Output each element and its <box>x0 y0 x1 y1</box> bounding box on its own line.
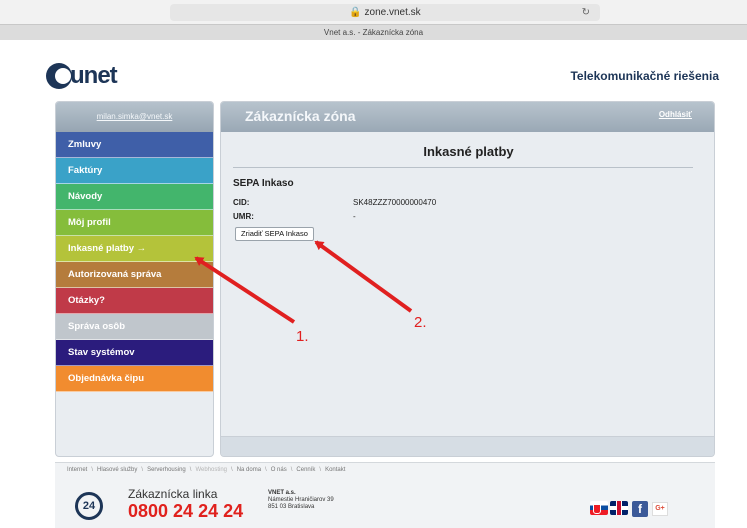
browser-toolbar: 🔒 zone.vnet.sk ↻ Vnet a.s. - Zákaznícka … <box>0 0 747 40</box>
section-title: SEPA Inkaso <box>233 178 294 189</box>
footer-link[interactable]: Na doma <box>237 467 261 473</box>
hotline-label: Zákaznícka linka <box>128 487 218 501</box>
facebook-icon[interactable]: f <box>632 501 648 517</box>
company-street: Námestie Hraničiarov 39 <box>268 497 334 503</box>
reload-icon[interactable]: ↻ <box>582 4 590 21</box>
sidebar-menu: Zmluvy Faktúry Návody Môj profil Inkasné pla… <box>56 132 213 392</box>
language-social-links: f G+ <box>590 501 668 517</box>
footer-link-separator: \ <box>91 467 94 473</box>
sidebar-item[interactable]: Autorizovaná správa <box>56 262 213 288</box>
sidebar: milan.simka@vnet.sk Zmluvy Faktúry Návody M… <box>55 101 214 457</box>
company-city: 851 03 Bratislava <box>268 504 315 510</box>
panel-footer <box>221 436 714 456</box>
sidebar-item[interactable]: Zmluvy <box>56 132 213 158</box>
sidebar-item[interactable]: Inkasné platby → <box>56 236 213 262</box>
site-footer: Internet \ Hlasové služby \ Serverhousing \ We… <box>55 462 715 528</box>
footer-link-separator: \ <box>290 467 293 473</box>
sidebar-item[interactable]: Správa osôb <box>56 314 213 340</box>
footer-link-separator: \ <box>141 467 144 473</box>
footer-link[interactable]: O nás <box>271 467 287 473</box>
page-title: Inkasné platby <box>423 144 514 159</box>
footer-link[interactable]: Cenník <box>296 467 315 473</box>
google-plus-icon[interactable]: G+ <box>652 502 668 516</box>
footer-link-separator: \ <box>189 467 192 473</box>
footer-link[interactable]: Kontakt <box>325 467 345 473</box>
company-name: VNET a.s. <box>268 490 296 496</box>
uk-flag-icon[interactable] <box>610 501 628 515</box>
cid-value: SK48ZZZ70000000470 <box>353 198 437 207</box>
footer-link[interactable]: Serverhousing <box>147 467 186 473</box>
footer-link-separator: \ <box>265 467 267 473</box>
sidebar-item[interactable]: Stav systémov <box>56 340 213 366</box>
create-sepa-button[interactable]: Zriadiť SEPA Inkaso <box>235 227 314 241</box>
divider <box>233 167 693 168</box>
sidebar-item[interactable]: Objednávka čipu <box>56 366 213 392</box>
footer-link-separator: \ <box>319 467 322 473</box>
lock-icon: 🔒 <box>349 7 362 18</box>
umr-label: UMR: <box>233 212 254 221</box>
footer-link[interactable]: Hlasové služby <box>97 467 137 473</box>
main-panel: Zákaznícka zóna Odhlásiť Inkasné platby … <box>220 101 715 457</box>
tab-title[interactable]: Vnet a.s. - Zákaznícka zóna <box>0 24 747 40</box>
tagline: Telekomunikačné riešenia <box>570 69 719 83</box>
callout-2: 2. <box>414 314 427 331</box>
logo-text: unet <box>70 62 118 89</box>
logo-mark-icon <box>46 63 72 89</box>
footer-link[interactable]: Webhosting <box>195 467 227 473</box>
address-url: zone.vnet.sk <box>364 7 421 18</box>
footer-link-separator: \ <box>231 467 233 473</box>
cid-label: CID: <box>233 198 250 207</box>
hotline-24-icon: 24 <box>75 492 103 520</box>
callout-1: 1. <box>296 328 309 345</box>
sidebar-item[interactable]: Faktúry <box>56 158 213 184</box>
vnet-logo[interactable]: unet <box>46 62 118 90</box>
sidebar-item[interactable]: Otázky? <box>56 288 213 314</box>
logout-link[interactable]: Odhlásiť <box>659 110 692 119</box>
company-address: VNET a.s. Námestie Hraničiarov 39 851 03… <box>268 490 334 511</box>
panel-header: Zákaznícka zóna Odhlásiť <box>221 102 714 132</box>
footer-link[interactable]: Internet <box>67 467 87 473</box>
slovak-flag-icon[interactable] <box>590 501 608 515</box>
footer-links: Internet \ Hlasové služby \ Serverhousing \ We… <box>67 467 345 473</box>
address-bar[interactable]: 🔒 zone.vnet.sk ↻ <box>170 4 600 21</box>
sidebar-item[interactable]: Môj profil <box>56 210 213 236</box>
umr-value: - <box>353 212 356 221</box>
hotline-number: 0800 24 24 24 <box>128 501 244 521</box>
user-email-link[interactable]: milan.simka@vnet.sk <box>56 102 213 132</box>
sidebar-item[interactable]: Návody <box>56 184 213 210</box>
panel-title: Zákaznícka zóna <box>245 108 356 124</box>
